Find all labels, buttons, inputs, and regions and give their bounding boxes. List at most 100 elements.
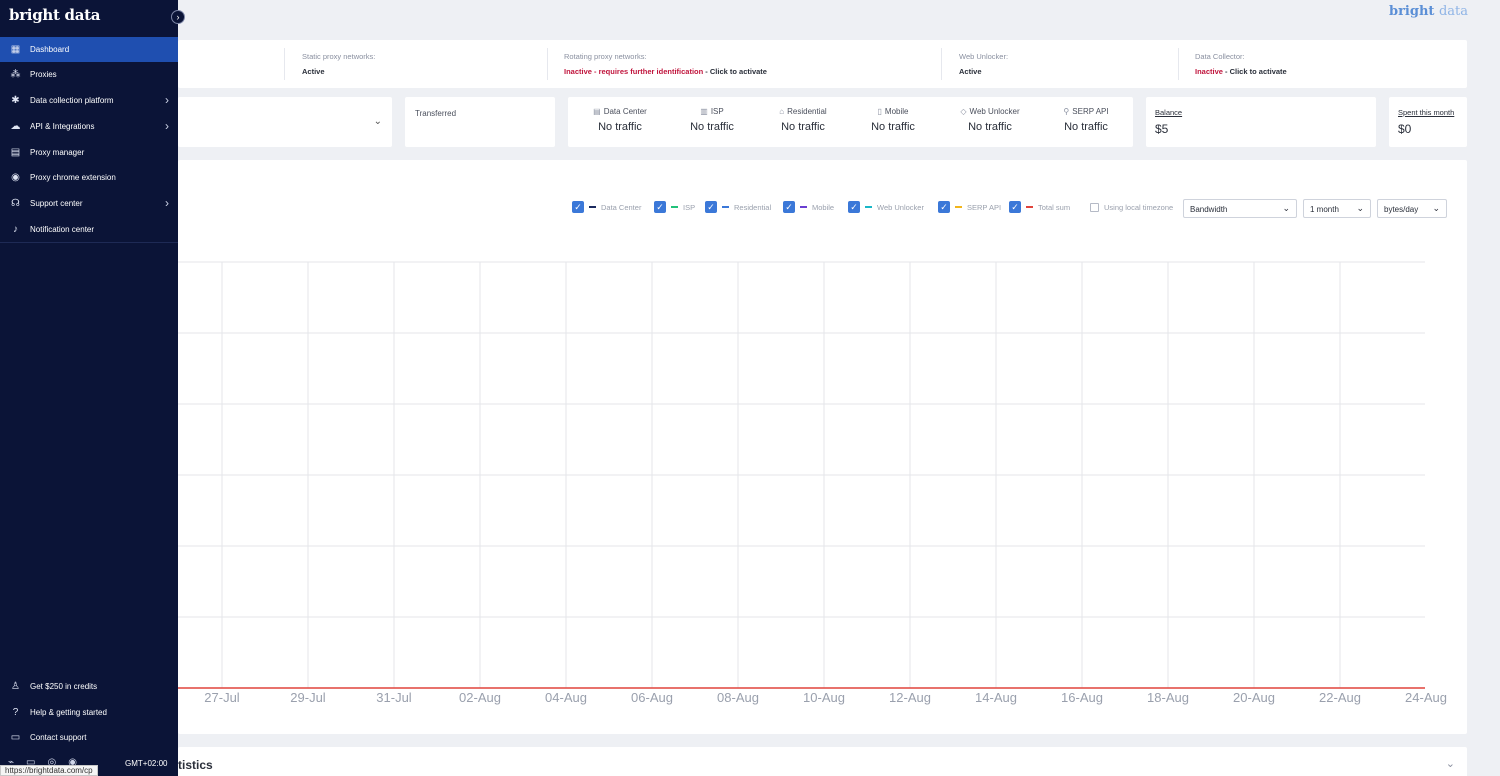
sidebar-item-label: API & Integrations	[30, 122, 95, 131]
statistics-card[interactable]: tistics ⌄	[178, 747, 1467, 776]
sidebar-item-proxy-chrome-extension[interactable]: ◉ Proxy chrome extension	[0, 165, 178, 190]
chevron-down-icon[interactable]: ⌄	[1446, 757, 1455, 770]
statistics-title: tistics	[178, 758, 213, 772]
web-unlocker-value: Active	[959, 67, 982, 76]
chat-icon: ▭	[10, 732, 21, 743]
chevron-right-icon: ›	[165, 196, 169, 210]
traffic-residential: ⌂ Residential No traffic	[758, 107, 848, 133]
data-collector-status: Data Collector: Inactive - Click to acti…	[1195, 52, 1287, 76]
sidebar-item-label: Get $250 in credits	[30, 682, 98, 691]
traffic-value: No traffic	[871, 121, 915, 133]
static-proxy-status: Static proxy networks: Active	[302, 52, 375, 76]
house-icon: ⌂	[779, 107, 785, 116]
x-tick-label: 08-Aug	[717, 690, 759, 705]
x-tick-label: 02-Aug	[459, 690, 501, 705]
traffic-value: No traffic	[781, 121, 825, 133]
data-collector-value[interactable]: Inactive - Click to activate	[1195, 67, 1287, 76]
spent-link[interactable]: Spent this month	[1398, 108, 1454, 117]
static-proxy-value: Active	[302, 67, 325, 76]
traffic-value: No traffic	[968, 121, 1012, 133]
sidebar-item-label: Dashboard	[30, 45, 70, 54]
server-icon: ▤	[593, 107, 601, 116]
zone-select-card[interactable]: ⌄	[178, 97, 392, 147]
sidebar-item-api-integrations[interactable]: ☁ API & Integrations ›	[0, 114, 178, 139]
traffic-label: Residential	[787, 107, 827, 116]
sidebar-item-data-collection-platform[interactable]: ✱ Data collection platform ›	[0, 88, 178, 113]
chevron-down-icon: ⌄	[373, 116, 382, 127]
sidebar-item-label: Data collection platform	[30, 96, 114, 105]
spent-card: Spent this month $0	[1389, 97, 1467, 147]
sidebar-item-label: Contact support	[30, 733, 87, 742]
phone-icon: ▯	[877, 107, 882, 116]
collapse-sidebar-button[interactable]: ›	[171, 10, 185, 24]
balance-value: $5	[1155, 122, 1169, 136]
sidebar-item-contact-support[interactable]: ▭ Contact support	[0, 725, 178, 750]
timezone-label: GMT+02:00	[125, 759, 168, 768]
balance-link[interactable]: Balance	[1155, 108, 1182, 117]
traffic-card: ▤ Data Center No traffic ▥ ISP No traffic …	[568, 97, 1133, 147]
transferred-label: Transferred	[415, 109, 457, 118]
transferred-card: Transferred	[405, 97, 555, 147]
web-unlocker-label: Web Unlocker:	[959, 52, 1009, 61]
rotating-inactive-text: Inactive - requires further identificati…	[564, 67, 704, 76]
bright-data-logo[interactable]: bright data	[9, 6, 101, 24]
x-tick-label: 29-Jul	[290, 690, 326, 705]
sidebar-item-label: Proxies	[30, 70, 57, 79]
x-tick-label: 12-Aug	[889, 690, 931, 705]
collector-activate-link[interactable]: - Click to activate	[1223, 67, 1287, 76]
divider	[1178, 48, 1179, 80]
traffic-value: No traffic	[1064, 121, 1108, 133]
traffic-value: No traffic	[598, 121, 642, 133]
x-tick-label: 22-Aug	[1319, 690, 1361, 705]
sidebar-item-label: Notification center	[30, 225, 95, 234]
chevron-right-icon: ›	[165, 93, 169, 107]
bell-icon: ♪	[13, 224, 18, 235]
network-icon: ⁂	[10, 69, 21, 80]
rotating-proxy-label: Rotating proxy networks:	[564, 52, 647, 61]
sidebar: bright data › ▦ Dashboard ⁂ Proxies ✱ Da…	[0, 0, 185, 776]
x-tick-label: 04-Aug	[545, 690, 587, 705]
sidebar-item-proxy-manager[interactable]: ▤ Proxy manager	[0, 140, 178, 165]
sidebar-item-support-center[interactable]: ☊ Support center ›	[0, 191, 178, 216]
brand-logo[interactable]: bright data	[1389, 4, 1468, 19]
x-tick-label: 14-Aug	[975, 690, 1017, 705]
rotating-proxy-value[interactable]: Inactive - requires further identificati…	[564, 67, 767, 76]
traffic-label: Mobile	[884, 107, 909, 116]
sidebar-item-label: Proxy manager	[30, 148, 85, 157]
traffic-value: No traffic	[690, 121, 734, 133]
sidebar-item-label: Support center	[30, 199, 83, 208]
sidebar-item-dashboard[interactable]: ▦ Dashboard	[0, 37, 178, 62]
sidebar-item-label: Help & getting started	[30, 708, 107, 717]
bandwidth-chart: 27-Jul 29-Jul 31-Jul 02-Aug 04-Aug 06-Aug 08-A…	[178, 261, 1447, 705]
divider	[941, 48, 942, 80]
traffic-data-center: ▤ Data Center No traffic	[575, 107, 665, 133]
help-icon: ?	[12, 707, 19, 718]
headset-icon: ☊	[11, 198, 20, 209]
lpm-icon: ▤	[10, 147, 21, 158]
traffic-label: Data Center	[603, 107, 647, 116]
spent-value: $0	[1398, 122, 1412, 136]
traffic-isp: ▥ ISP No traffic	[667, 107, 757, 133]
traffic-label: SERP API	[1072, 107, 1109, 116]
x-tick-label: 10-Aug	[803, 690, 845, 705]
top-bar: bright data	[178, 0, 1500, 28]
spider-icon: ✱	[11, 95, 20, 106]
search-icon: ⚲	[1063, 107, 1070, 116]
chrome-icon: ◉	[11, 172, 20, 183]
user-icon: ♙	[11, 681, 20, 692]
traffic-label: Web Unlocker	[969, 107, 1020, 116]
divider	[547, 48, 548, 80]
rotating-activate-link[interactable]: - Click to activate	[703, 67, 767, 76]
brand-bold: bright	[1388, 4, 1435, 19]
shield-icon: ◇	[960, 107, 967, 116]
sidebar-item-notification-center[interactable]: ♪ Notification center	[0, 217, 178, 242]
x-tick-label: 27-Jul	[204, 690, 240, 705]
network-status-card: Static proxy networks: Active Rotating p…	[178, 40, 1467, 88]
grid-icon: ▦	[10, 44, 21, 55]
chevron-right-icon: ›	[165, 119, 169, 133]
sidebar-item-get-credits[interactable]: ♙ Get $250 in credits	[0, 674, 178, 699]
balance-card: Balance $5	[1146, 97, 1376, 147]
sidebar-item-proxies[interactable]: ⁂ Proxies	[0, 62, 178, 87]
sidebar-item-help[interactable]: ? Help & getting started	[0, 700, 178, 725]
building-icon: ▥	[700, 107, 708, 116]
